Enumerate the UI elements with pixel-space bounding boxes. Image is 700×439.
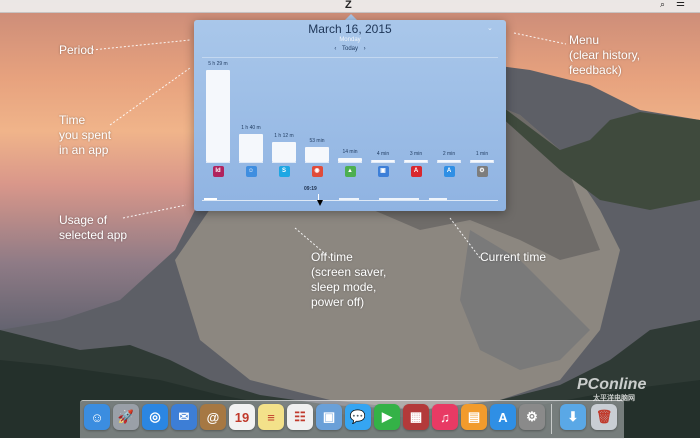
app-usage-bar[interactable]	[272, 141, 296, 162]
dock: ☺ 🚀 ◎ ✉ @19 ≡ ☷ ▣ 💬 ▶ ▦ ♫ ▤ A ⚙ ⬇ 🗑	[80, 400, 624, 439]
bar-baseline	[470, 162, 494, 163]
indesign-icon[interactable]: Id	[212, 166, 224, 177]
prev-period-button[interactable]: ‹	[334, 46, 336, 52]
preview-icon[interactable]: ▣	[377, 166, 389, 177]
dock-downloads-icon[interactable]: ⬇	[560, 404, 586, 430]
bar-baseline	[206, 162, 230, 163]
timeline-segment	[339, 198, 359, 200]
finder-icon[interactable]: ☺	[245, 166, 257, 177]
app-duration-label: 1 h 40 m	[241, 125, 261, 132]
bar-baseline	[338, 162, 362, 163]
app-duration-label: 4 min	[376, 151, 390, 157]
annotation-line: (clear history,	[569, 48, 641, 62]
annotation-off-time: Off time (screen saver, sleep mode, powe…	[311, 250, 386, 310]
annotation-menu: Menu (clear history, feedback)	[569, 33, 640, 78]
annotation-line: sleep mode,	[311, 280, 377, 294]
app-duration-label: 53 min	[309, 138, 325, 145]
annotation-line: (screen saver,	[311, 265, 387, 279]
dock-system-preferences-icon[interactable]: ⚙	[519, 404, 545, 430]
dock-calendar-icon[interactable]: 19	[229, 404, 255, 430]
chrome-icon[interactable]: ◉	[311, 166, 323, 177]
popover-menu-icon[interactable]: ⌄	[487, 24, 493, 32]
annotation-usage: Usage of selected app	[59, 213, 127, 243]
dock-app-store-icon[interactable]: A	[490, 404, 516, 430]
timeline-segment	[379, 198, 419, 200]
timeline-time-label: 09:19	[304, 186, 317, 192]
dock-facetime-icon[interactable]: ▶	[374, 404, 400, 430]
annotation-line: in an app	[59, 143, 109, 157]
app-duration-label: 1 h 12 m	[274, 132, 294, 139]
watermark-logo: PConline 太平洋电脑网	[577, 376, 647, 402]
bar-baseline	[437, 162, 461, 163]
dock-messages-icon[interactable]: 💬	[345, 404, 371, 430]
timeline-segment	[429, 198, 447, 200]
app-duration-label: 2 min	[442, 151, 456, 157]
maps-icon[interactable]: ▲	[344, 166, 356, 177]
dock-separator	[551, 404, 552, 434]
next-period-button[interactable]: ›	[364, 46, 366, 52]
skype-icon[interactable]: S	[278, 166, 290, 177]
usage-popover: March 16, 2015 Monday ⌄ ‹ Today › 09:19 …	[194, 20, 506, 211]
app-duration-label: 1 min	[475, 151, 489, 157]
popover-date: March 16, 2015	[308, 22, 392, 36]
annotation-line: Time	[59, 113, 86, 127]
app-duration-label: 3 min	[409, 151, 423, 157]
app-usage-bar[interactable]	[239, 134, 263, 162]
menu-bar: Z ⌕ ☰	[0, 0, 700, 13]
dock-reminders-icon[interactable]: ☷	[287, 404, 313, 430]
system-preferences-icon[interactable]: ⚙	[476, 166, 488, 177]
dock-launchpad-icon[interactable]: 🚀	[113, 404, 139, 430]
annotation-line: you spent	[59, 128, 112, 142]
dock-ibooks-icon[interactable]: ▤	[461, 404, 487, 430]
dock-photo-booth-icon[interactable]: ▦	[403, 404, 429, 430]
bar-baseline	[371, 162, 395, 163]
annotation-line: power off)	[311, 295, 365, 309]
bar-baseline	[305, 162, 329, 163]
dock-safari-icon[interactable]: ◎	[142, 404, 168, 430]
bar-baseline	[404, 162, 428, 163]
annotation-line: Off time	[311, 250, 353, 264]
dock-contacts-icon[interactable]: @	[200, 404, 226, 430]
annotation-current-time: Current time	[480, 250, 547, 264]
annotation-line: feedback)	[569, 63, 622, 77]
dock-notes-icon[interactable]: ≡	[258, 404, 284, 430]
period-nav: ‹ Today ›	[320, 46, 380, 52]
annotation-line: selected app	[59, 228, 128, 242]
annotation-time-spent: Time you spent in an app	[59, 113, 111, 158]
dock-itunes-icon[interactable]: ♫	[432, 404, 458, 430]
timeline-segment	[204, 198, 217, 200]
annotation-line: Usage of	[59, 213, 108, 227]
dock-finder-icon[interactable]: ☺	[84, 404, 110, 430]
app-duration-label: 5 h 29 m	[208, 61, 228, 67]
bar-baseline	[272, 162, 296, 163]
app-store-icon[interactable]: A	[443, 166, 455, 177]
period-label[interactable]: Today	[342, 46, 358, 52]
usage-timeline[interactable]	[202, 200, 498, 201]
popover-divider	[202, 57, 498, 58]
dock-trash-icon[interactable]: 🗑	[591, 404, 617, 430]
bar-baseline	[239, 162, 263, 163]
app-usage-bar[interactable]	[206, 70, 230, 162]
app-usage-bar[interactable]	[305, 147, 329, 162]
popover-weekday: Monday	[339, 37, 361, 43]
spotlight-search-icon[interactable]: ⌕	[660, 0, 665, 10]
app-menu-extra-icon[interactable]: Z	[345, 0, 352, 11]
annotation-line: Menu	[569, 33, 600, 47]
watermark-brand: PConline	[577, 376, 647, 393]
acrobat-icon[interactable]: A	[410, 166, 422, 177]
dock-mail-icon[interactable]: ✉	[171, 404, 197, 430]
mouse-cursor-icon	[317, 200, 323, 206]
notification-center-icon[interactable]: ☰	[676, 0, 685, 9]
annotation-period: Period	[59, 43, 94, 57]
app-duration-label: 14 min	[342, 149, 358, 156]
dock-preview-icon[interactable]: ▣	[316, 404, 342, 430]
